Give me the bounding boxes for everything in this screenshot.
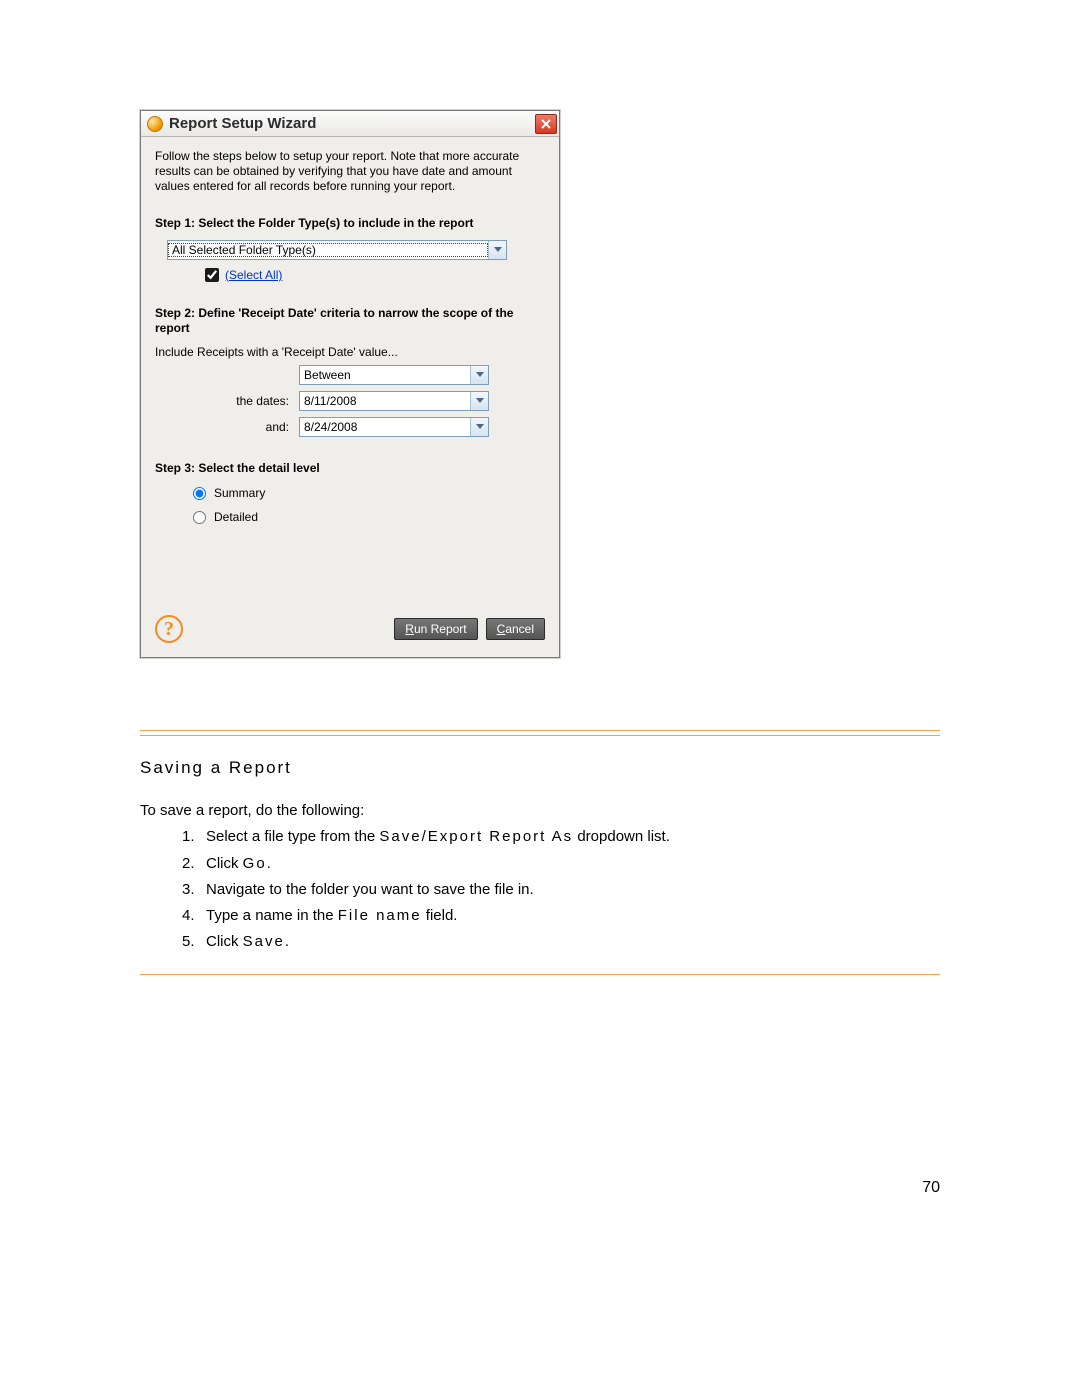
and-label: and:: [213, 420, 293, 434]
select-all-label: (Select All): [225, 268, 282, 282]
folder-type-dropdown[interactable]: All Selected Folder Type(s): [167, 240, 507, 260]
chevron-down-icon: [470, 418, 488, 436]
lead-text: To save a report, do the following:: [140, 798, 940, 824]
list-item: 3.Navigate to the folder you want to sav…: [182, 877, 940, 903]
close-button[interactable]: [535, 114, 557, 134]
page-number: 70: [922, 1179, 940, 1197]
date-to-dropdown[interactable]: 8/24/2008: [299, 417, 489, 437]
step2-intro: Include Receipts with a 'Receipt Date' v…: [155, 345, 545, 359]
section-heading: Saving a Report: [140, 758, 940, 778]
chevron-down-icon: [488, 241, 506, 259]
app-icon: [147, 116, 163, 132]
date-to-value: 8/24/2008: [300, 420, 470, 434]
detailed-radio[interactable]: [193, 511, 206, 524]
list-item: 5.Click Save.: [182, 929, 940, 955]
detailed-label: Detailed: [214, 510, 258, 524]
operator-dropdown[interactable]: Between: [299, 365, 489, 385]
chevron-down-icon: [470, 392, 488, 410]
summary-label: Summary: [214, 486, 265, 500]
select-all-checkbox-row[interactable]: (Select All): [205, 268, 545, 282]
run-report-button[interactable]: Run Report: [394, 618, 477, 640]
step3-heading: Step 3: Select the detail level: [155, 461, 545, 477]
select-all-checkbox[interactable]: [205, 268, 219, 282]
cancel-button[interactable]: Cancel: [486, 618, 545, 640]
list-item: 1.Select a file type from the Save/Expor…: [182, 824, 940, 850]
section-divider: [140, 730, 940, 736]
list-item: 2.Click Go.: [182, 851, 940, 877]
section-divider: [140, 974, 940, 975]
date-from-value: 8/11/2008: [300, 394, 470, 408]
date-from-dropdown[interactable]: 8/11/2008: [299, 391, 489, 411]
chevron-down-icon: [470, 366, 488, 384]
folder-type-value: All Selected Folder Type(s): [168, 243, 488, 257]
titlebar: Report Setup Wizard: [141, 111, 559, 137]
dates-label: the dates:: [213, 394, 293, 408]
close-icon: [541, 119, 551, 129]
step1-heading: Step 1: Select the Folder Type(s) to inc…: [155, 216, 545, 232]
detailed-radio-row[interactable]: Detailed: [193, 510, 545, 524]
help-icon[interactable]: ?: [155, 615, 183, 643]
summary-radio[interactable]: [193, 487, 206, 500]
body-text: To save a report, do the following: 1.Se…: [140, 798, 940, 956]
operator-value: Between: [300, 368, 470, 382]
summary-radio-row[interactable]: Summary: [193, 486, 545, 500]
report-setup-wizard-dialog: Report Setup Wizard Follow the steps bel…: [140, 110, 560, 658]
dialog-title: Report Setup Wizard: [169, 115, 535, 132]
intro-text: Follow the steps below to setup your rep…: [155, 149, 545, 194]
list-item: 4.Type a name in the File name field.: [182, 903, 940, 929]
step2-heading: Step 2: Define 'Receipt Date' criteria t…: [155, 306, 545, 337]
